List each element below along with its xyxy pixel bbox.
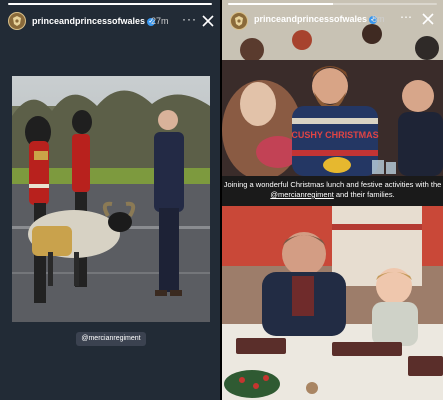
- story-caption: Joining a wonderful Christmas lunch and …: [222, 180, 443, 200]
- username-text[interactable]: princeandprincessofwales: [32, 16, 145, 26]
- post-time: 27m: [151, 16, 169, 26]
- story-photo-soldier-goat: [12, 76, 210, 322]
- profile-avatar[interactable]: [230, 12, 248, 30]
- sweater-sticker-text: CUSHY CHRISTMAS: [291, 130, 378, 140]
- story-progress-bar: [8, 3, 212, 5]
- story-photo-christmas-lunch: CUSHY CHRISTMAS: [222, 0, 443, 176]
- account-username[interactable]: princeandprincessofwales ✓: [32, 16, 156, 26]
- crest-icon: [13, 16, 21, 26]
- profile-avatar[interactable]: [8, 12, 26, 30]
- username-text[interactable]: princeandprincessofwales: [254, 14, 367, 24]
- post-time: 8m: [372, 14, 385, 24]
- story-right[interactable]: CUSHY CHRISTMAS princeandprincessofwales…: [222, 0, 443, 400]
- story-progress-bar: [228, 3, 437, 5]
- mention-tag[interactable]: @mercianregiment: [76, 332, 146, 346]
- more-options-icon[interactable]: ···: [182, 12, 197, 26]
- close-icon[interactable]: [421, 12, 435, 26]
- account-username[interactable]: princeandprincessofwales ✓: [254, 14, 378, 24]
- caption-text-end: and their families.: [333, 190, 395, 199]
- story-left[interactable]: princeandprincessofwales ✓ 27m ··· @merc…: [0, 0, 220, 400]
- caption-text: Joining a wonderful Christmas lunch and …: [223, 180, 442, 189]
- close-icon[interactable]: [201, 14, 215, 28]
- more-options-icon[interactable]: ⋯: [400, 10, 413, 24]
- story-photo-prince-with-child: [222, 206, 443, 400]
- crest-icon: [235, 16, 243, 26]
- caption-mention-link[interactable]: @mercianregiment: [270, 190, 333, 199]
